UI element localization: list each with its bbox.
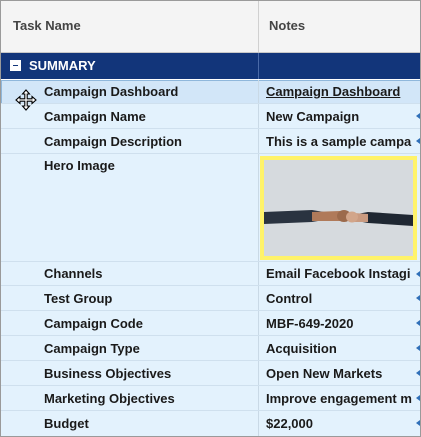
task-name-cell[interactable]: Channels <box>1 262 259 286</box>
notes-cell[interactable]: Control <box>259 286 420 311</box>
expand-caret-icon[interactable] <box>416 271 420 277</box>
task-name: Business Objectives <box>44 366 172 381</box>
notes-value: Open New Markets <box>266 366 383 381</box>
table-row[interactable]: Campaign Description This is a sample ca… <box>1 129 420 154</box>
task-name: Hero Image <box>44 158 115 173</box>
task-name-cell[interactable]: Hero Image <box>1 154 259 262</box>
column-divider[interactable] <box>258 1 259 52</box>
expand-caret-icon[interactable] <box>416 370 420 376</box>
notes-cell[interactable]: $22,000 <box>259 411 420 436</box>
notes-value: Email Facebook Instagi <box>266 266 411 281</box>
table-row[interactable]: Campaign Dashboard Campaign Dashboard <box>1 80 420 104</box>
task-name-cell[interactable]: Campaign Type <box>1 336 259 361</box>
table-row[interactable]: Marketing Objectives Improve engagement … <box>1 386 420 411</box>
expand-caret-icon[interactable] <box>416 395 420 401</box>
table-row[interactable]: Channels Email Facebook Instagi <box>1 262 420 286</box>
task-name: Budget <box>44 416 89 431</box>
expand-caret-icon[interactable] <box>416 345 420 351</box>
task-name-cell[interactable]: Campaign Name <box>1 104 259 129</box>
move-cursor-icon[interactable] <box>15 89 37 111</box>
notes-cell[interactable]: Email Facebook Instagi <box>259 262 420 286</box>
task-name-cell[interactable]: Campaign Dashboard <box>1 80 259 104</box>
grid-header: Task Name Notes <box>1 1 420 53</box>
notes-value: This is a sample campa <box>266 134 412 149</box>
task-grid: Task Name Notes SUMMARY Campaign Dashboa… <box>0 0 421 437</box>
table-row[interactable]: Business Objectives Open New Markets <box>1 361 420 386</box>
task-name: Marketing Objectives <box>44 391 175 406</box>
hero-image-cell[interactable] <box>260 156 417 260</box>
task-name: Campaign Dashboard <box>44 84 179 99</box>
table-row[interactable]: Budget $22,000 <box>1 411 420 436</box>
hero-image <box>264 160 413 256</box>
task-name: Campaign Description <box>44 134 182 149</box>
expand-caret-icon[interactable] <box>416 420 420 426</box>
task-name: Campaign Code <box>44 316 143 331</box>
expand-caret-icon[interactable] <box>416 320 420 326</box>
notes-value: $22,000 <box>266 416 313 431</box>
notes-cell[interactable]: New Campaign <box>259 104 420 129</box>
notes-cell[interactable]: Open New Markets <box>259 361 420 386</box>
notes-cell[interactable]: This is a sample campa <box>259 129 420 154</box>
notes-value: MBF-649-2020 <box>266 316 354 331</box>
expand-caret-icon[interactable] <box>416 113 420 119</box>
task-name: Campaign Name <box>44 109 146 124</box>
expand-caret-icon[interactable] <box>416 295 420 301</box>
task-name-cell[interactable]: Test Group <box>1 286 259 311</box>
table-row[interactable]: Test Group Control <box>1 286 420 311</box>
summary-label: SUMMARY <box>29 58 96 73</box>
notes-cell[interactable]: Acquisition <box>259 336 420 361</box>
notes-value: Control <box>266 291 313 306</box>
expand-caret-icon[interactable] <box>416 138 420 144</box>
table-row[interactable]: Campaign Type Acquisition <box>1 336 420 361</box>
notes-cell[interactable]: MBF-649-2020 <box>259 311 420 336</box>
column-header-notes[interactable]: Notes <box>269 1 305 52</box>
task-name-cell[interactable]: Campaign Description <box>1 129 259 154</box>
notes-value: New Campaign <box>266 109 360 124</box>
column-header-task-name[interactable]: Task Name <box>13 1 81 52</box>
task-name: Channels <box>44 266 103 281</box>
task-name-cell[interactable]: Campaign Code <box>1 311 259 336</box>
summary-label-cell: SUMMARY <box>1 53 259 79</box>
notes-cell[interactable]: Improve engagement m <box>259 386 420 411</box>
table-row[interactable]: Campaign Name New Campaign <box>1 104 420 129</box>
campaign-dashboard-link[interactable]: Campaign Dashboard <box>266 80 400 104</box>
table-row[interactable]: Campaign Code MBF-649-2020 <box>1 311 420 336</box>
collapse-icon[interactable] <box>10 60 21 71</box>
task-name: Test Group <box>44 291 113 306</box>
task-name: Campaign Type <box>44 341 140 356</box>
summary-row[interactable]: SUMMARY <box>1 53 420 79</box>
task-name-cell[interactable]: Marketing Objectives <box>1 386 259 411</box>
task-name-cell[interactable]: Budget <box>1 411 259 436</box>
notes-cell[interactable]: Campaign Dashboard <box>259 80 420 104</box>
notes-value: Improve engagement m <box>266 391 412 406</box>
task-name-cell[interactable]: Business Objectives <box>1 361 259 386</box>
notes-value: Acquisition <box>266 341 337 356</box>
